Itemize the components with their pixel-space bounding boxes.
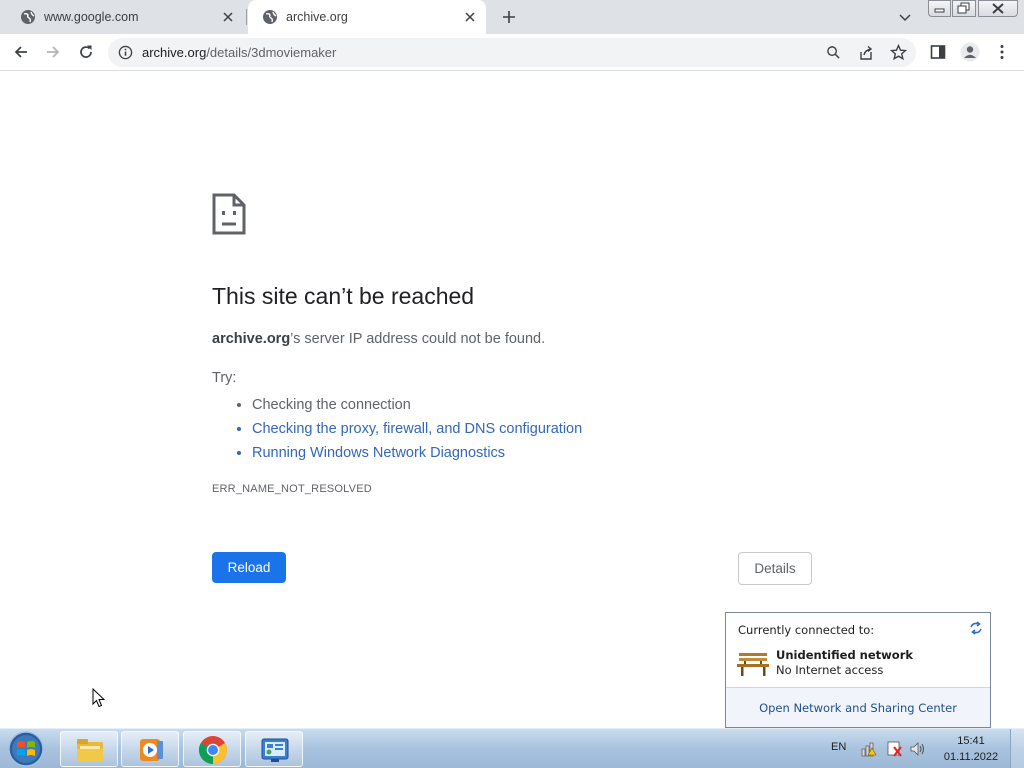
close-tab-icon[interactable] <box>462 9 478 25</box>
error-description-text: ’s server IP address could not be found. <box>290 331 546 347</box>
tab-title: archive.org <box>286 10 348 24</box>
details-button[interactable]: Details <box>738 552 812 585</box>
browser-toolbar: archive.org/details/3dmoviemaker <box>0 34 1024 71</box>
chrome-icon <box>199 736 227 764</box>
sad-document-icon <box>212 193 246 235</box>
flyout-header: Currently connected to: <box>738 623 875 637</box>
restore-button[interactable] <box>952 0 976 17</box>
refresh-arrows-icon[interactable] <box>968 620 984 636</box>
park-bench-icon <box>737 653 769 676</box>
forward-icon[interactable] <box>44 43 62 61</box>
media-player-icon <box>140 739 163 761</box>
taskbar-media-player[interactable] <box>121 731 179 767</box>
network-status: No Internet access <box>776 663 884 677</box>
suggestion-check-connection: Checking the connection <box>252 393 582 417</box>
profile-avatar-icon[interactable] <box>960 42 980 62</box>
address-bar[interactable]: archive.org/details/3dmoviemaker <box>108 38 916 67</box>
network-error-icon[interactable] <box>886 741 902 757</box>
file-explorer-icon <box>77 739 103 761</box>
action-center-flag-icon[interactable] <box>861 741 877 757</box>
close-tab-icon[interactable] <box>220 9 236 25</box>
clock-date[interactable]: 01.11.2022 <box>940 751 1002 763</box>
tab-separator <box>246 9 247 25</box>
reload-icon[interactable] <box>77 43 95 61</box>
suggestion-check-proxy-link[interactable]: Checking the proxy, firewall, and DNS co… <box>252 417 582 441</box>
info-icon[interactable] <box>118 45 133 60</box>
tab-archive[interactable]: archive.org <box>248 0 486 34</box>
show-desktop-button[interactable] <box>1010 729 1024 768</box>
try-label: Try: <box>212 370 237 386</box>
taskbar-file-explorer[interactable] <box>60 731 118 767</box>
minimize-icon <box>934 8 945 13</box>
search-icon[interactable] <box>826 45 841 60</box>
restore-icon <box>957 2 970 14</box>
side-panel-icon[interactable] <box>929 43 947 61</box>
network-name: Unidentified network <box>776 648 914 662</box>
error-code: ERR_NAME_NOT_RESOLVED <box>212 483 372 495</box>
error-host: archive.org <box>212 331 291 347</box>
error-title: This site can’t be reached <box>212 283 475 309</box>
url-path: /details/3dmoviemaker <box>206 45 337 60</box>
volume-icon[interactable] <box>910 741 926 757</box>
tab-google[interactable]: www.google.com <box>6 0 244 34</box>
suggestion-network-diagnostics-link[interactable]: Running Windows Network Diagnostics <box>252 441 582 465</box>
more-menu-icon[interactable] <box>993 43 1011 61</box>
close-icon <box>992 3 1004 14</box>
chevron-down-icon[interactable] <box>897 9 913 25</box>
language-indicator[interactable]: EN <box>831 741 846 753</box>
url-text: archive.org/details/3dmoviemaker <box>142 45 336 60</box>
suggestions-list: Checking the connection Checking the pro… <box>212 393 582 465</box>
back-icon[interactable] <box>12 43 30 61</box>
tab-strip: www.google.com archive.org <box>0 0 1024 34</box>
error-description: archive.org’s server IP address could no… <box>212 331 545 347</box>
share-icon[interactable] <box>858 45 874 61</box>
bookmark-star-icon[interactable] <box>890 44 907 61</box>
reload-button[interactable]: Reload <box>212 552 286 583</box>
new-tab-icon[interactable] <box>500 8 518 26</box>
flyout-footer: Open Network and Sharing Center <box>726 687 990 727</box>
clock-time[interactable]: 15:41 <box>944 735 998 747</box>
globe-icon <box>263 10 277 24</box>
control-panel-icon <box>261 738 289 762</box>
network-flyout: Currently connected to: Unidentified net… <box>725 612 991 728</box>
taskbar-control-panel[interactable] <box>245 731 303 767</box>
minimize-button[interactable] <box>928 0 951 17</box>
globe-icon <box>21 10 35 24</box>
window-close-button[interactable] <box>978 0 1018 17</box>
mouse-cursor-icon <box>92 688 106 708</box>
taskbar-chrome[interactable] <box>183 731 241 767</box>
start-button-icon[interactable] <box>6 730 46 768</box>
tab-title: www.google.com <box>44 10 139 24</box>
url-domain: archive.org <box>142 45 207 60</box>
open-network-center-link[interactable]: Open Network and Sharing Center <box>726 701 990 715</box>
taskbar: EN 15:41 01.11.2022 <box>0 728 1024 768</box>
